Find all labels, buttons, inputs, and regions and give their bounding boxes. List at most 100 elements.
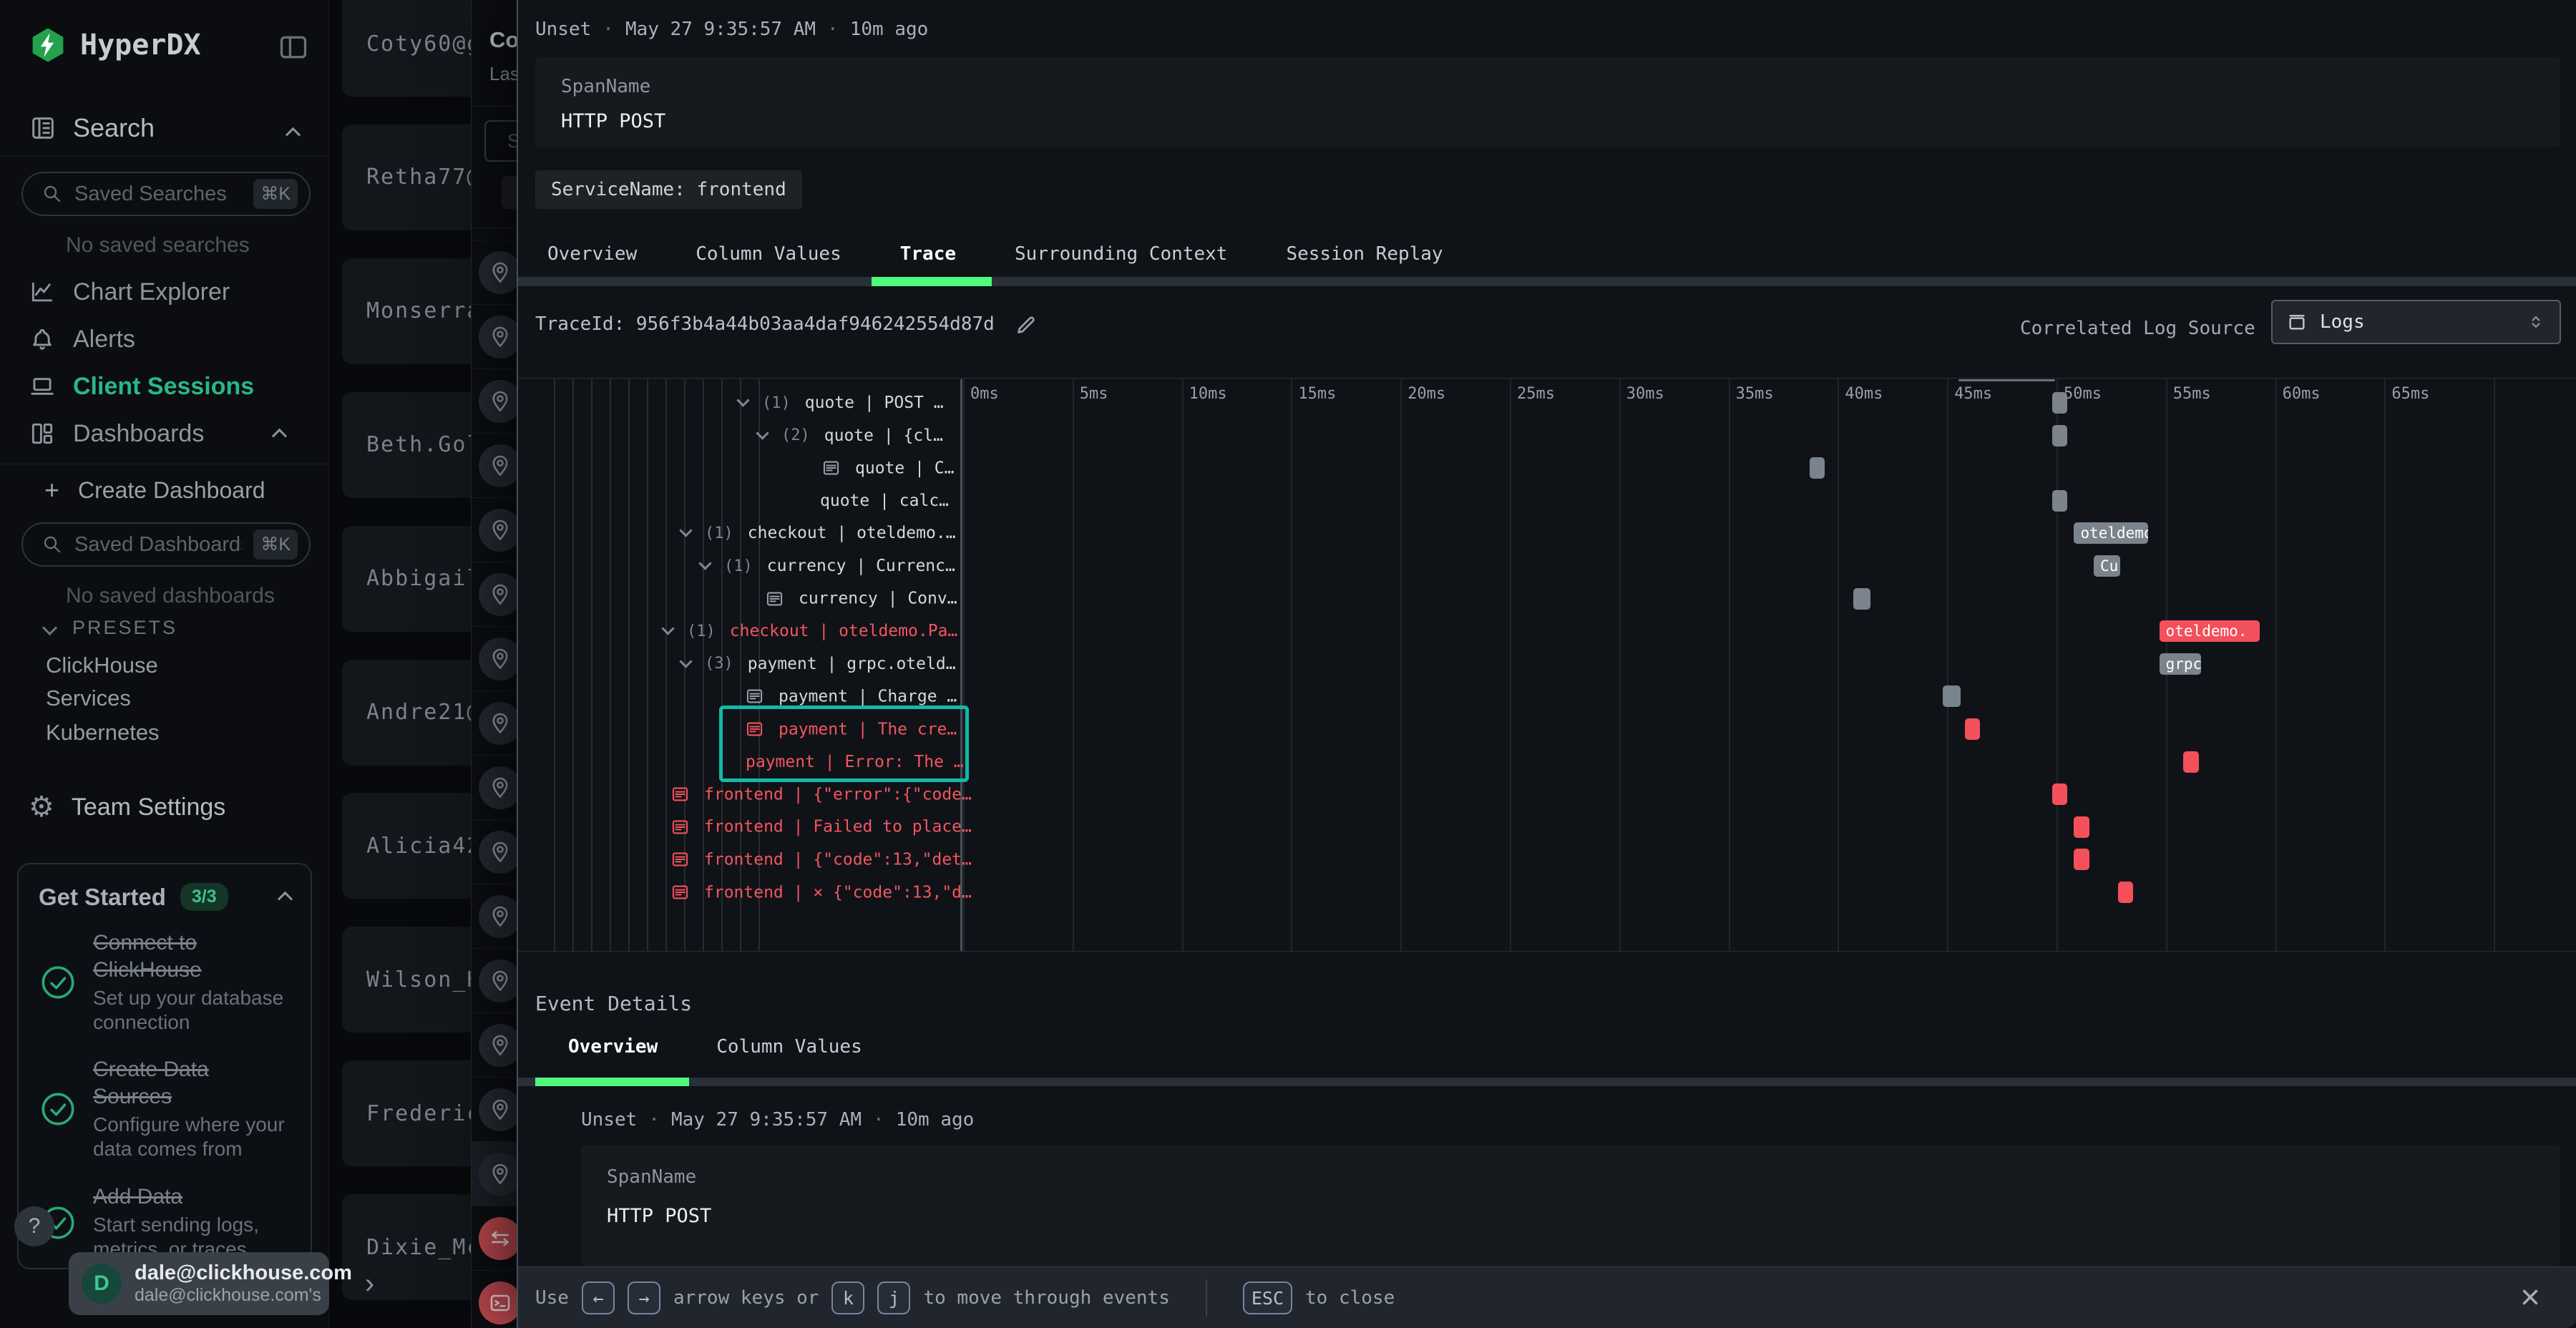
- tab-trace[interactable]: Trace: [900, 243, 956, 265]
- span-row[interactable]: frontend | {"code":13,"det…: [518, 843, 2576, 876]
- timestamp: May 27 9:35:57 AM: [625, 19, 816, 40]
- span-text: frontend | × {"code":13,"d…: [704, 883, 972, 902]
- duration-bar[interactable]: [2052, 783, 2067, 805]
- chevron-down-icon[interactable]: [756, 426, 769, 439]
- user-menu[interactable]: D dale@clickhouse.com dale@clickhouse.co…: [69, 1252, 329, 1315]
- span-row[interactable]: frontend | Failed to place…: [518, 811, 2576, 844]
- chevron-down-icon[interactable]: [698, 557, 711, 570]
- log-source-select[interactable]: Logs: [2271, 300, 2561, 344]
- session-card[interactable]: Beth.Gol: [342, 392, 471, 498]
- span-row[interactable]: frontend | × {"code":13,"d…: [518, 876, 2576, 909]
- sidebar-item-alerts[interactable]: Alerts: [29, 321, 315, 358]
- get-started-header[interactable]: Get Started 3/3: [39, 883, 291, 911]
- correlated-log-source-label: Correlated Log Source: [2020, 318, 2255, 339]
- duration-bar[interactable]: [1810, 457, 1825, 479]
- span-row[interactable]: (1)checkout | oteldemo.Pa…oteldemo.: [518, 615, 2576, 648]
- duration-bar[interactable]: [2052, 392, 2067, 414]
- collapse-sidebar-icon[interactable]: [278, 31, 309, 60]
- sidebar-item-chart-explorer[interactable]: Chart Explorer: [29, 273, 315, 311]
- get-started-item-text: Create Data SourcesConfigure where your …: [93, 1056, 291, 1161]
- span-row[interactable]: frontend | {"error":{"code…: [518, 778, 2576, 811]
- exchange-arrows-icon: [479, 1217, 522, 1260]
- span-label: payment | Charge …: [745, 687, 957, 706]
- close-icon[interactable]: ×: [2520, 1281, 2540, 1315]
- duration-bar[interactable]: grpc: [2160, 653, 2201, 675]
- duration-bar[interactable]: [1965, 718, 1980, 740]
- duration-bar[interactable]: [2052, 490, 2067, 512]
- span-row[interactable]: quote | C…: [518, 451, 2576, 484]
- chevron-down-icon[interactable]: [736, 394, 749, 406]
- chevron-down-icon[interactable]: [679, 524, 692, 537]
- session-card[interactable]: Andre21@: [342, 660, 471, 766]
- session-card[interactable]: Retha77@: [342, 125, 471, 230]
- bar-label: oteldemo.C: [2074, 524, 2148, 542]
- log-document-icon: [670, 883, 690, 902]
- sidebar-item-client-sessions[interactable]: Client Sessions: [29, 368, 315, 405]
- event-tab-underline-track: [518, 1078, 2576, 1086]
- chevron-up-icon[interactable]: [278, 892, 293, 907]
- duration-bar[interactable]: [2052, 425, 2067, 446]
- search-section-header[interactable]: Search: [29, 113, 155, 143]
- chevron-down-icon[interactable]: [661, 622, 674, 635]
- sidebar-item-team-settings[interactable]: ⚙ Team Settings: [29, 793, 225, 821]
- session-detail-subtitle: Las: [489, 63, 519, 85]
- span-row[interactable]: (1)checkout | oteldemo.…oteldemo.C: [518, 517, 2576, 550]
- session-card[interactable]: Monserra: [342, 258, 471, 364]
- location-pin-icon: [479, 1088, 522, 1131]
- location-pin-icon: [479, 380, 522, 423]
- span-row[interactable]: quote | calc…: [518, 484, 2576, 517]
- span-row[interactable]: currency | Conv…: [518, 582, 2576, 615]
- edit-pencil-icon[interactable]: [1013, 312, 1039, 338]
- session-card[interactable]: Frederic: [342, 1060, 471, 1166]
- tab-surrounding-context[interactable]: Surrounding Context: [1015, 243, 1227, 265]
- duration-bar[interactable]: oteldemo.: [2160, 620, 2260, 642]
- sidebar-item-dashboards[interactable]: Dashboards: [29, 415, 315, 452]
- trace-drawer: Unset · May 27 9:35:57 AM · 10m ago Span…: [517, 0, 2576, 1328]
- duration-bar[interactable]: [2074, 849, 2089, 870]
- get-started-item[interactable]: Add DataStart sending logs, metrics, or …: [39, 1183, 291, 1262]
- event-details-tabs: Overview Column Values: [568, 1036, 862, 1058]
- session-card[interactable]: Dixie_Mc: [342, 1194, 471, 1300]
- event-tab-column-values[interactable]: Column Values: [716, 1036, 862, 1058]
- span-row[interactable]: (1)currency | Currenc…Cu: [518, 550, 2576, 582]
- duration-bar[interactable]: [2074, 816, 2089, 838]
- span-row[interactable]: (2)quote | {cl…: [518, 419, 2576, 452]
- event-tab-overview[interactable]: Overview: [568, 1036, 658, 1058]
- preset-item-services[interactable]: Services: [46, 685, 131, 711]
- tab-overview[interactable]: Overview: [547, 243, 637, 265]
- span-row[interactable]: (3)payment | grpc.oteld…grpc: [518, 648, 2576, 680]
- laptop-icon: [29, 373, 56, 400]
- presets-header[interactable]: PRESETS: [44, 617, 177, 639]
- tab-column-values[interactable]: Column Values: [696, 243, 841, 265]
- span-row[interactable]: (1)quote | POST …: [518, 386, 2576, 419]
- get-started-item-title: Add Data: [93, 1183, 291, 1211]
- location-pin-icon: [479, 960, 522, 1002]
- get-started-item[interactable]: Create Data SourcesConfigure where your …: [39, 1056, 291, 1161]
- duration-bar[interactable]: [1943, 685, 1960, 707]
- duration-bar[interactable]: [2183, 751, 2198, 773]
- service-name-chip[interactable]: ServiceName: frontend: [535, 170, 802, 209]
- chevron-down-icon[interactable]: [679, 655, 692, 668]
- preset-item-kubernetes[interactable]: Kubernetes: [46, 720, 160, 746]
- saved-searches-input[interactable]: Saved Searches ⌘K: [21, 172, 311, 216]
- get-started-item[interactable]: Connect to ClickHouseSet up your databas…: [39, 929, 291, 1035]
- duration-bar[interactable]: oteldemo.C: [2074, 522, 2148, 544]
- keyboard-hints: Use ← → arrow keys or k j to move throug…: [535, 1267, 1395, 1328]
- span-label: frontend | × {"code":13,"d…: [670, 883, 972, 902]
- session-card[interactable]: Coty60@g: [342, 0, 471, 97]
- session-card[interactable]: Alicia42: [342, 793, 471, 899]
- create-dashboard-button[interactable]: + Create Dashboard: [44, 475, 265, 505]
- chevron-up-icon[interactable]: [272, 428, 287, 443]
- status-text: Unset: [535, 19, 591, 40]
- saved-dashboards-input[interactable]: Saved Dashboards ⌘K: [21, 522, 311, 567]
- preset-item-clickhouse[interactable]: ClickHouse: [46, 653, 158, 678]
- session-card[interactable]: Wilson_H: [342, 927, 471, 1032]
- duration-bar[interactable]: [1853, 588, 1870, 610]
- tab-session-replay[interactable]: Session Replay: [1286, 243, 1443, 265]
- chevron-up-icon[interactable]: [286, 127, 301, 142]
- duration-bar[interactable]: Cu: [2094, 555, 2120, 577]
- session-card[interactable]: Abbigail: [342, 526, 471, 632]
- help-button[interactable]: ?: [14, 1206, 54, 1246]
- nav-label: Dashboards: [73, 420, 204, 448]
- duration-bar[interactable]: [2118, 882, 2133, 903]
